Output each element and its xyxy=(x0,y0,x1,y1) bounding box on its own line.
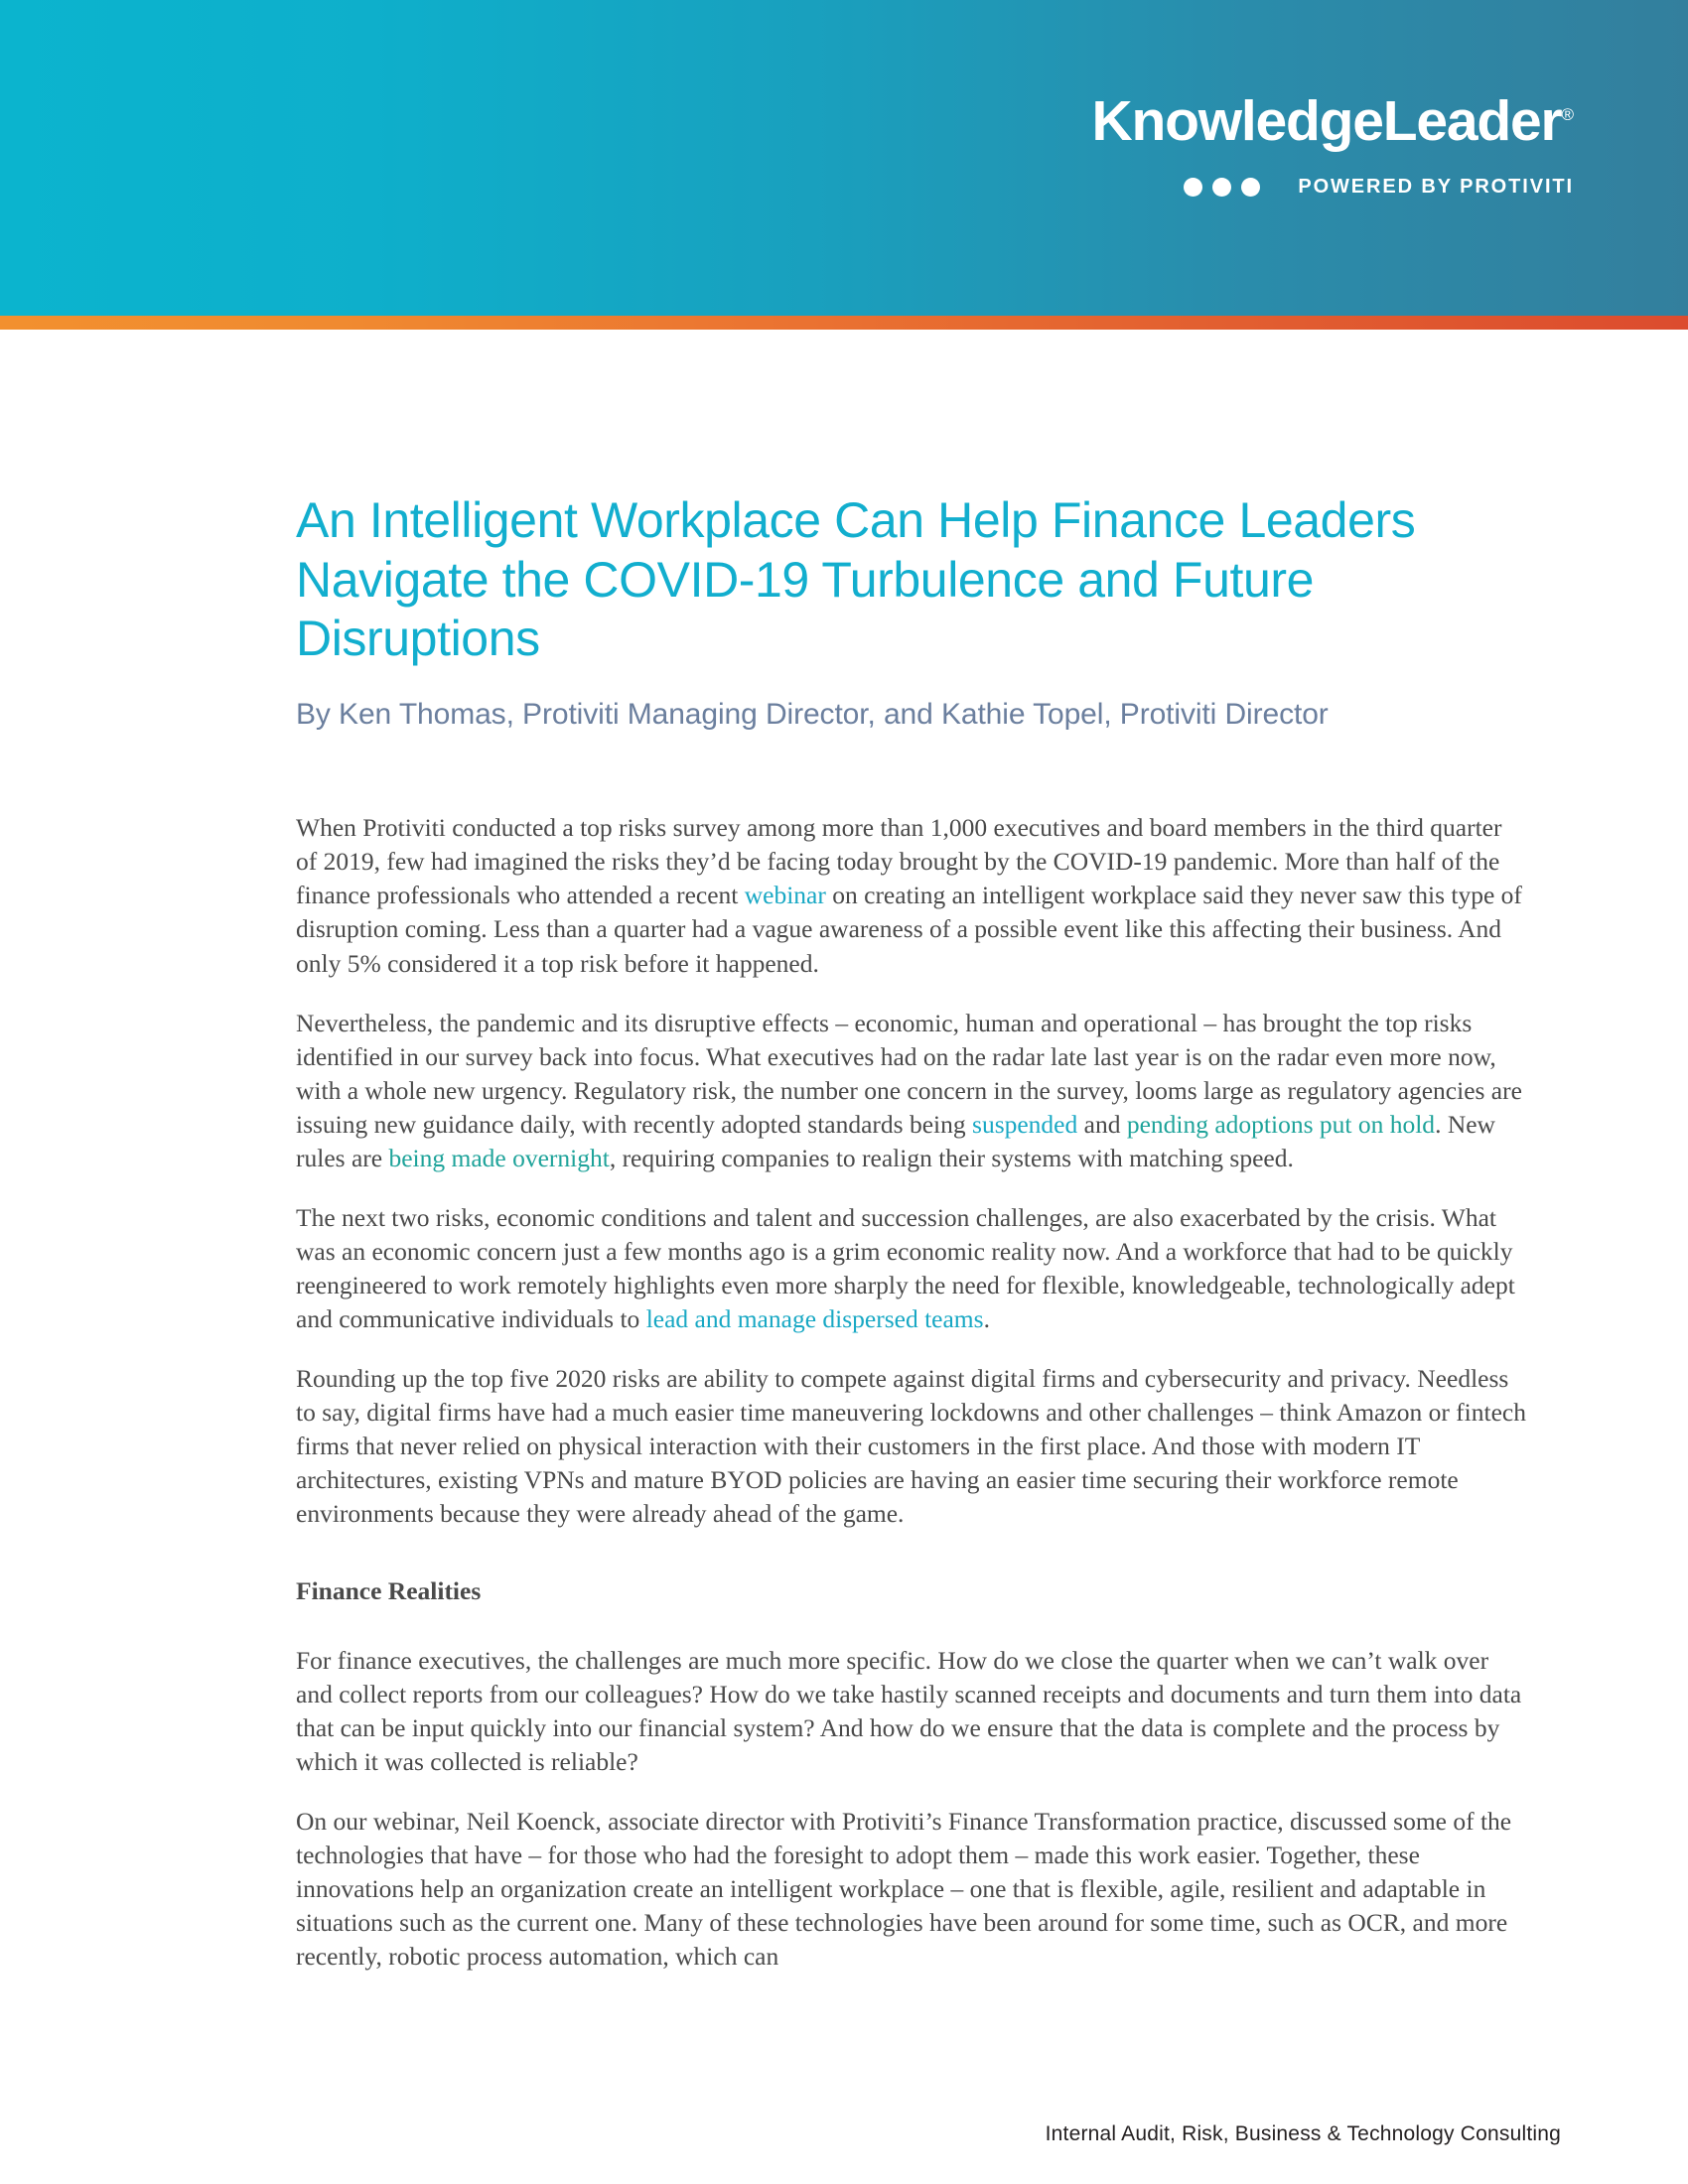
paragraph-2-text-d: , requiring companies to realign their s… xyxy=(609,1143,1294,1172)
dispersed-teams-link[interactable]: lead and manage dispersed teams xyxy=(646,1304,984,1333)
dot-icon-1 xyxy=(1184,178,1203,197)
three-dots-icon xyxy=(1184,178,1261,197)
section-heading-finance-realities: Finance Realities xyxy=(296,1575,482,1605)
dot-icon-2 xyxy=(1212,178,1232,197)
page-title: An Intelligent Workplace Can Help Financ… xyxy=(296,492,1416,666)
paragraph-5: For finance executives, the challenges a… xyxy=(296,1645,1522,1777)
footer-tagline: Internal Audit, Risk, Business & Technol… xyxy=(1045,2122,1561,2145)
paragraph-1: When Protiviti conducted a top risks sur… xyxy=(296,811,1527,980)
brand-tagline-row: POWERED BY PROTIVITI xyxy=(1092,176,1574,199)
paragraph-6: On our webinar, Neil Koenck, associate d… xyxy=(296,1807,1512,1972)
document-byline: By Ken Thomas, Protiviti Managing Direct… xyxy=(296,697,1329,731)
paragraph-2: Nevertheless, the pandemic and its disru… xyxy=(296,1007,1527,1175)
made-overnight-link[interactable]: being made overnight xyxy=(388,1144,609,1172)
paragraph-3: The next two risks, economic conditions … xyxy=(296,1201,1527,1336)
document-page: An Intelligent Workplace Can Help Financ… xyxy=(0,330,1688,2184)
paragraph-4: Rounding up the top five 2020 risks are … xyxy=(296,1363,1526,1528)
document-content: An Intelligent Workplace Can Help Financ… xyxy=(296,491,1527,1974)
paragraph-3-text-b: . xyxy=(983,1303,990,1333)
brand-logo-block: KnowledgeLeader® POWERED BY PROTIVITI xyxy=(1092,93,1574,199)
page-footer: Internal Audit, Risk, Business & Technol… xyxy=(0,2122,1688,2146)
dot-icon-3 xyxy=(1241,178,1261,197)
brand-wordmark-text: KnowledgeLeader xyxy=(1091,89,1563,153)
brand-wordmark: KnowledgeLeader® xyxy=(1092,93,1574,150)
pending-adoptions-link[interactable]: pending adoptions put on hold xyxy=(1127,1110,1435,1139)
orange-accent-bar xyxy=(0,316,1688,330)
paragraph-2-text-b: and xyxy=(1077,1109,1127,1139)
registered-trademark-icon: ® xyxy=(1561,105,1574,124)
article-body: When Protiviti conducted a top risks sur… xyxy=(296,811,1527,1974)
brand-tagline: POWERED BY PROTIVITI xyxy=(1298,176,1574,198)
webinar-link[interactable]: webinar xyxy=(745,881,826,909)
suspended-link[interactable]: suspended xyxy=(972,1110,1077,1139)
page-header-band: KnowledgeLeader® POWERED BY PROTIVITI xyxy=(0,0,1688,316)
